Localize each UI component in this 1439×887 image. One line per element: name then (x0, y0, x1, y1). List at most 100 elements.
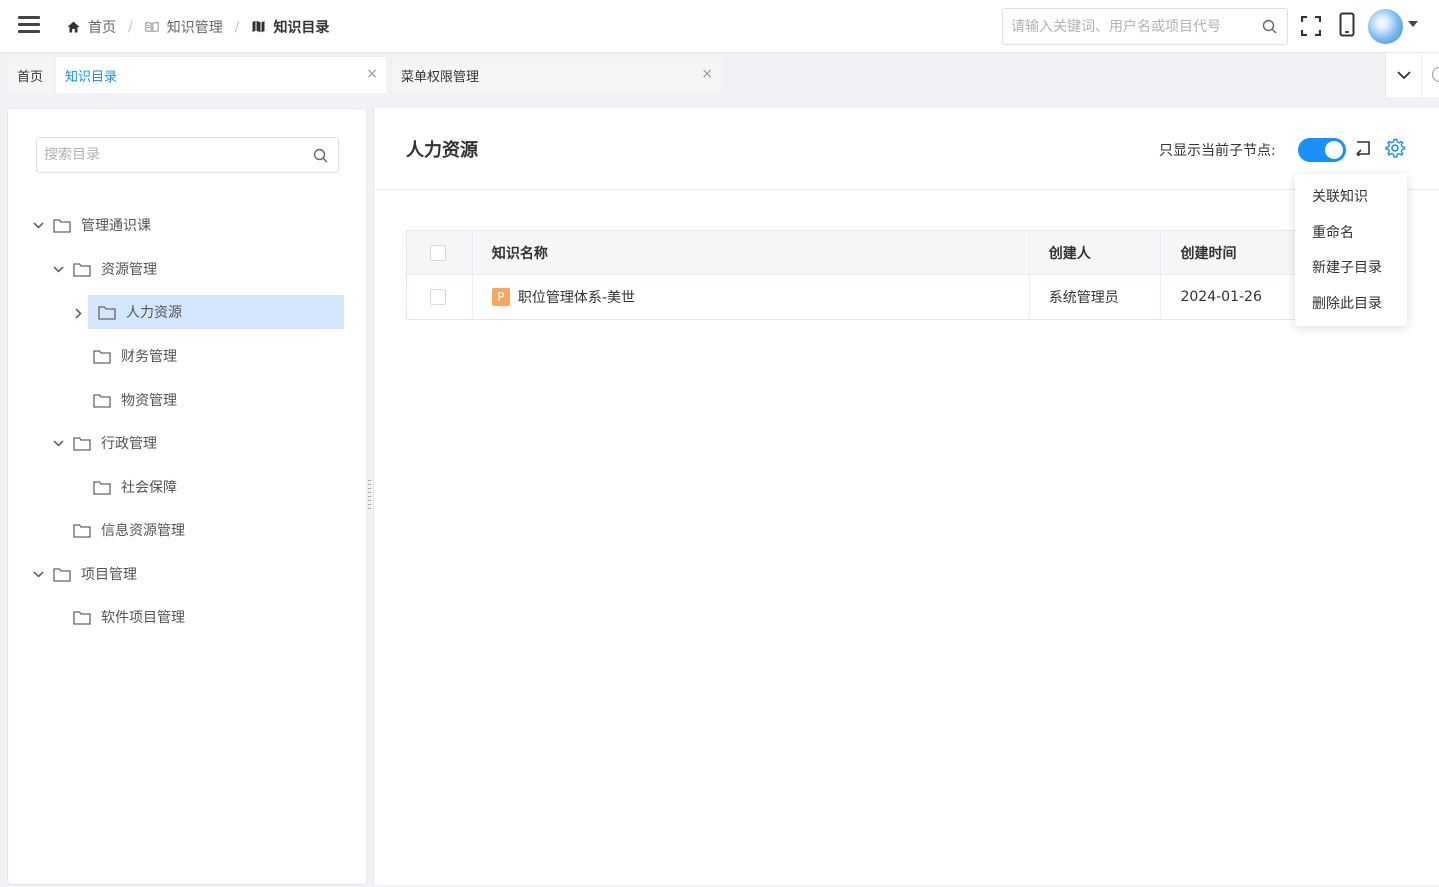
tree-node-software-project[interactable]: 软件项目管理 (51, 600, 344, 634)
mobile-icon[interactable] (1339, 12, 1355, 42)
tab-label: 菜单权限管理 (401, 69, 480, 85)
tabs-bar: 首页 知识目录 × 菜单权限管理 × (0, 53, 1439, 97)
folder-icon (73, 523, 91, 538)
breadcrumb-label: 知识管理 (166, 19, 223, 36)
folder-icon (98, 305, 116, 320)
tab-home[interactable]: 首页 (8, 57, 53, 93)
folder-icon (93, 480, 111, 495)
folder-icon (73, 262, 91, 277)
tab-menu-permission[interactable]: 菜单权限管理 × (392, 57, 721, 93)
folder-icon (93, 349, 111, 364)
tree-node-management-general[interactable]: 管理通识课 (31, 208, 344, 242)
folder-icon (53, 567, 71, 582)
page-title: 人力资源 (406, 140, 478, 161)
row-select-cell (407, 275, 473, 319)
chevron-down-icon[interactable] (51, 436, 65, 450)
chevron-down-icon[interactable] (31, 218, 45, 232)
book-icon (145, 20, 159, 34)
show-children-toggle[interactable] (1298, 138, 1346, 162)
tree-node-label: 财务管理 (121, 349, 177, 365)
select-all-checkbox[interactable] (430, 244, 446, 261)
tab-label: 知识目录 (65, 69, 118, 85)
directory-content-panel: 人力资源 只显示当前子节点: 知识名称 创建人 创建时间 P 职位管理体系-美世… (373, 108, 1439, 885)
search-icon[interactable] (313, 148, 328, 167)
global-search (1002, 8, 1288, 45)
table-header: 知识名称 创建人 创建时间 (407, 231, 1405, 275)
creator-cell: 系统管理员 (1030, 275, 1162, 319)
gear-icon[interactable] (1385, 138, 1406, 162)
toggle-knob (1325, 141, 1343, 159)
fullscreen-icon[interactable] (1300, 15, 1322, 40)
ppt-file-icon: P (491, 288, 510, 306)
avatar[interactable] (1368, 9, 1403, 44)
tree-node-label: 人力资源 (126, 305, 182, 321)
close-all-tabs-button[interactable] (1422, 53, 1439, 97)
tab-knowledge-directory[interactable]: 知识目录 × (56, 57, 386, 93)
close-circle-icon (1432, 67, 1439, 82)
folder-icon (73, 610, 91, 625)
select-all-cell (407, 231, 473, 274)
folder-icon (73, 436, 91, 451)
tree-node-label: 资源管理 (101, 262, 157, 278)
menu-item-delete-directory[interactable]: 删除此目录 (1295, 287, 1407, 323)
breadcrumb-label: 首页 (88, 19, 116, 36)
map-icon (251, 20, 265, 34)
tree-node-administration[interactable]: 行政管理 (51, 426, 344, 460)
tree-node-label: 软件项目管理 (101, 610, 185, 626)
tree-node-label: 管理通识课 (81, 218, 151, 234)
tree-node-label: 项目管理 (81, 567, 137, 583)
tree-node-human-resources[interactable]: 人力资源 (88, 295, 344, 329)
directory-tree-panel: 管理通识课 资源管理 人力资源 财务管理 物资管理 行政管理 社会保障 信息资源… (7, 108, 367, 885)
close-icon[interactable]: × (701, 67, 713, 81)
knowledge-name-cell: P 职位管理体系-美世 (473, 275, 1030, 319)
tree-node-resource-management[interactable]: 资源管理 (51, 252, 344, 286)
breadcrumb-current: 知识目录 (251, 17, 329, 37)
column-header-name[interactable]: 知识名称 (473, 231, 1030, 274)
breadcrumb-separator: / (128, 18, 133, 35)
search-icon[interactable] (1262, 19, 1277, 38)
tree-node-label: 社会保障 (121, 480, 177, 496)
global-search-input[interactable] (1003, 9, 1243, 44)
tree-search-input[interactable] (37, 138, 297, 172)
tree-node-label: 信息资源管理 (101, 523, 185, 539)
tree-node-materials[interactable]: 物资管理 (71, 383, 344, 417)
home-icon (66, 20, 80, 34)
folder-icon (93, 393, 111, 408)
content-header: 人力资源 只显示当前子节点: (374, 108, 1439, 190)
tree-node-label: 行政管理 (101, 436, 157, 452)
tree-node-project-management[interactable]: 项目管理 (31, 557, 344, 591)
chevron-down-icon[interactable] (31, 567, 45, 581)
close-icon[interactable]: × (366, 67, 378, 81)
breadcrumb: 首页 / 知识管理 / 知识目录 (66, 0, 329, 53)
tabs-more-button[interactable] (1385, 53, 1421, 97)
row-checkbox[interactable] (430, 289, 446, 305)
chevron-down-icon[interactable] (51, 262, 65, 276)
knowledge-table: 知识名称 创建人 创建时间 P 职位管理体系-美世 系统管理员 2024-01-… (406, 230, 1406, 320)
tab-label: 首页 (17, 69, 44, 85)
column-header-creator[interactable]: 创建人 (1030, 231, 1162, 274)
folder-icon (53, 218, 71, 233)
toggle-label: 只显示当前子节点: (1159, 143, 1276, 159)
grip-icon (368, 480, 371, 512)
tree-node-social-security[interactable]: 社会保障 (71, 470, 344, 504)
breadcrumb-knowledge[interactable]: 知识管理 (145, 17, 223, 37)
table-row[interactable]: P 职位管理体系-美世 系统管理员 2024-01-26 (407, 275, 1405, 319)
knowledge-name-link[interactable]: 职位管理体系-美世 (518, 287, 635, 307)
breadcrumb-separator: / (234, 18, 240, 35)
caret-down-icon[interactable] (1408, 21, 1418, 27)
menu-toggle-icon[interactable] (18, 16, 40, 34)
tree-node-label: 物资管理 (121, 393, 177, 409)
menu-item-new-subdirectory[interactable]: 新建子目录 (1295, 251, 1407, 287)
breadcrumb-home[interactable]: 首页 (66, 17, 116, 37)
chevron-right-icon[interactable] (71, 306, 85, 320)
chevron-down-icon (1396, 70, 1411, 79)
tree-search (36, 137, 339, 173)
breadcrumb-label: 知识目录 (273, 19, 330, 36)
tree-node-finance[interactable]: 财务管理 (71, 339, 344, 373)
directory-actions-menu: 关联知识 重命名 新建子目录 删除此目录 (1295, 174, 1407, 326)
top-header: 首页 / 知识管理 / 知识目录 (0, 0, 1439, 53)
menu-item-link-knowledge[interactable]: 关联知识 (1295, 180, 1407, 216)
menu-item-rename[interactable]: 重命名 (1295, 216, 1407, 252)
return-icon[interactable] (1354, 140, 1371, 160)
tree-node-information-resources[interactable]: 信息资源管理 (51, 513, 344, 547)
